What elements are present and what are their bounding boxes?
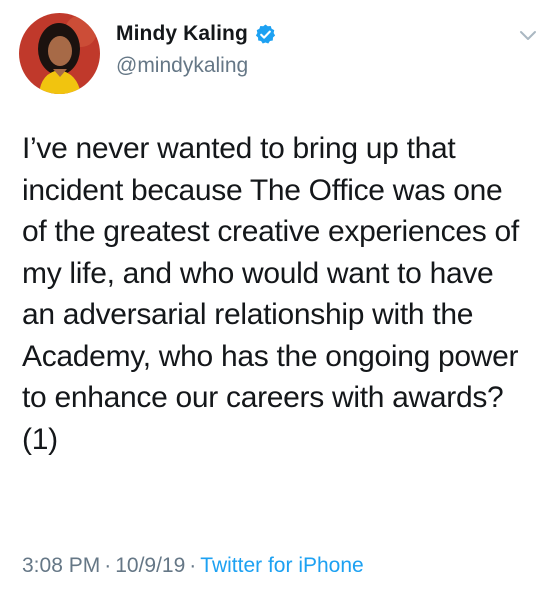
tweet-date: 10/9/19	[115, 554, 186, 577]
tweet-meta: 3:08 PM · 10/9/19 · Twitter for iPhone	[22, 554, 364, 578]
tweet-text-line: I’ve never wanted to bring up that	[22, 132, 456, 165]
tweet-text-line: my life, and who would want to have	[22, 256, 494, 290]
display-name[interactable]: Mindy Kaling	[116, 22, 248, 46]
tweet-source-link[interactable]: Twitter for iPhone	[200, 554, 363, 577]
avatar-image	[19, 13, 100, 94]
tweet-text-line: incident because The Office was one	[22, 173, 503, 207]
verified-badge-icon	[255, 23, 275, 44]
tweet-text-line: (1)	[22, 422, 58, 456]
chevron-down-icon[interactable]	[518, 29, 538, 43]
tweet-text-line: to enhance our careers with awards?	[22, 381, 504, 414]
tweet-text-line: Academy, who has the ongoing power	[22, 339, 519, 373]
author-handle[interactable]: @mindykaling	[116, 54, 248, 78]
tweet-text-line: of the greatest creative experiences of	[22, 215, 519, 248]
meta-separator: ·	[104, 554, 112, 577]
tweet-time: 3:08 PM	[22, 554, 101, 577]
tweet-card: Mindy Kaling @mindykaling I’ve never wan…	[0, 0, 553, 600]
avatar[interactable]	[19, 13, 100, 94]
tweet-text-line: an adversarial relationship with the	[22, 298, 474, 331]
meta-separator: ·	[189, 554, 197, 577]
author-name-row: Mindy Kaling	[116, 22, 277, 46]
tweet-text: I’ve never wanted to bring up that incid…	[22, 128, 542, 460]
